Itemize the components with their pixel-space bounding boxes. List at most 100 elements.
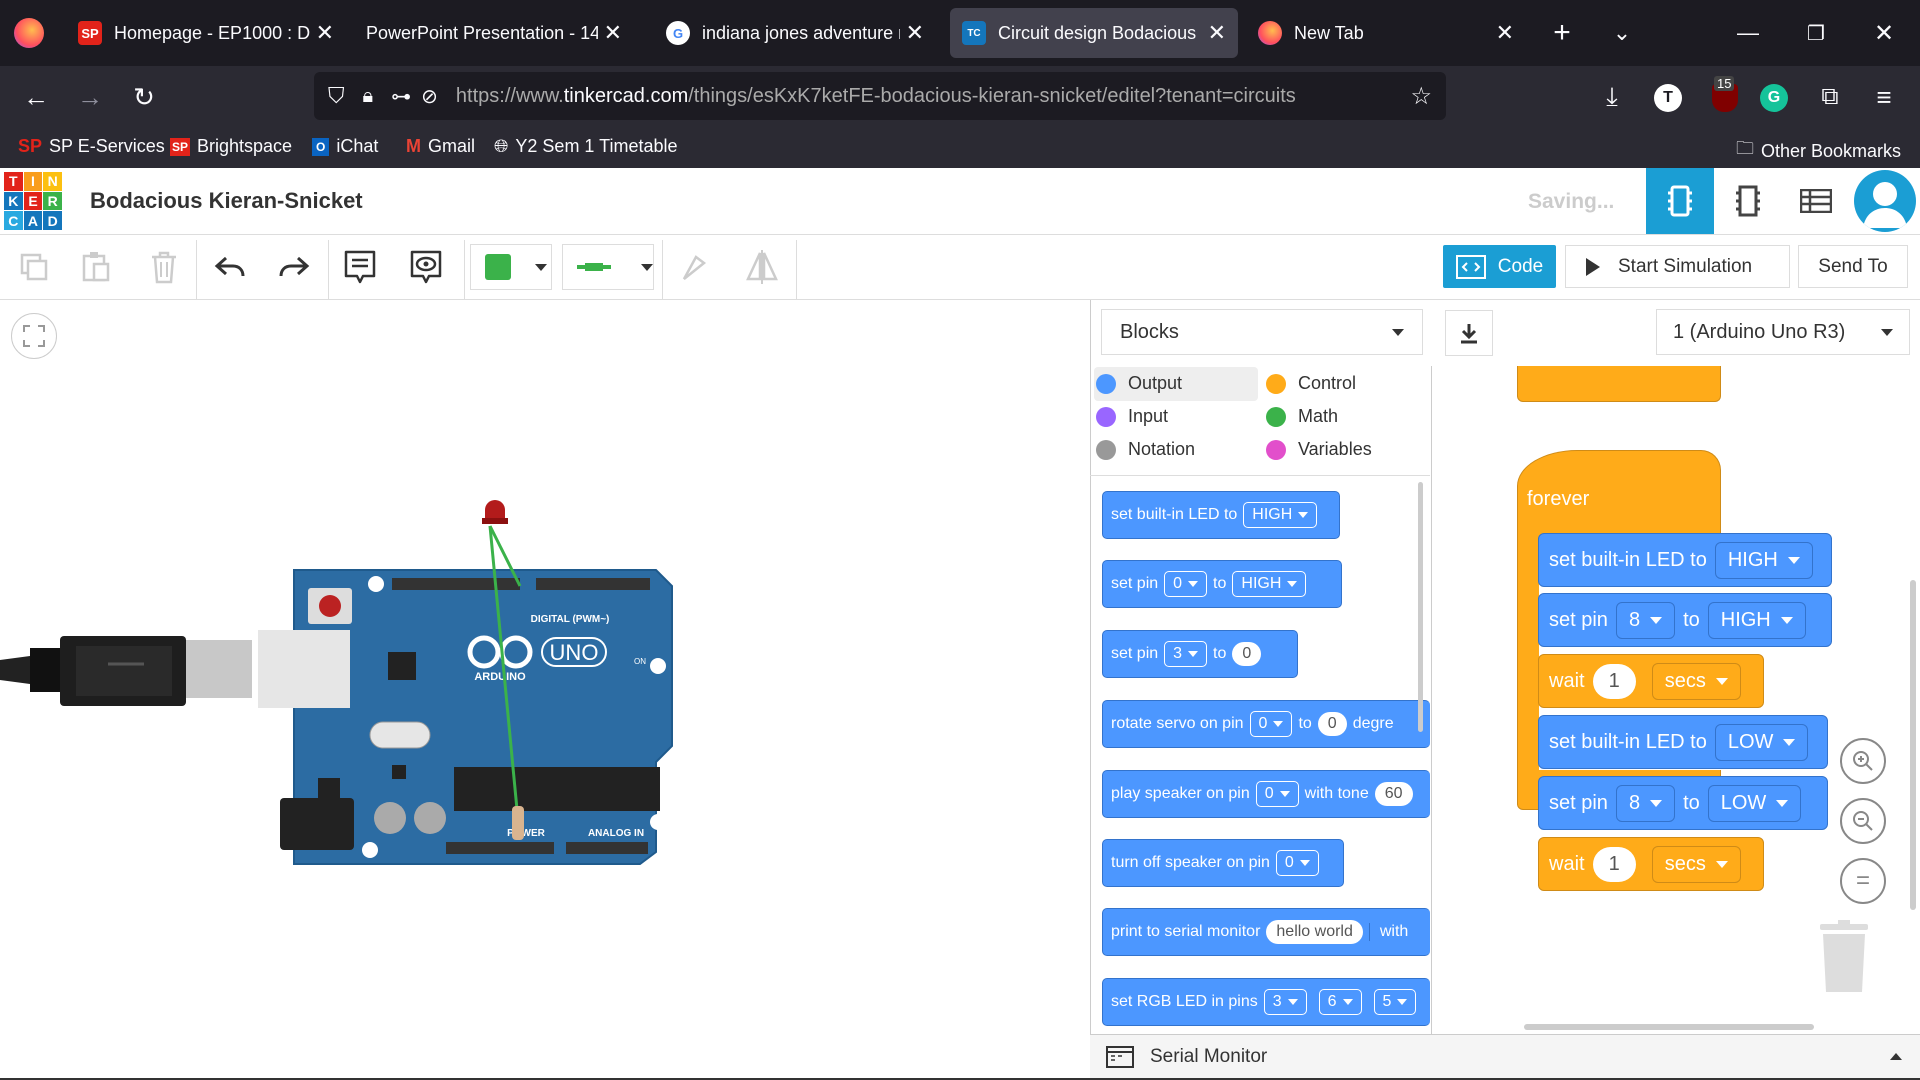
block-text-input[interactable]: hello world: [1266, 920, 1363, 944]
bookmark-star-icon[interactable]: ☆: [1410, 82, 1432, 111]
trash-can-icon[interactable]: [1818, 920, 1870, 994]
user-avatar[interactable]: [1854, 170, 1916, 232]
script-wait-1[interactable]: wait 1 secs: [1538, 654, 1764, 708]
block-dropdown[interactable]: LOW: [1707, 784, 1802, 822]
extensions-puzzle-icon[interactable]: ⧉: [1810, 77, 1850, 117]
close-tab-icon[interactable]: ✕: [906, 20, 924, 46]
wire-type-picker[interactable]: [562, 244, 654, 290]
lock-icon[interactable]: 🔒︎: [363, 85, 374, 108]
script-set-pin-low[interactable]: set pin 8 to LOW: [1538, 776, 1828, 830]
close-window-icon[interactable]: ✕: [1864, 13, 1904, 53]
shield-icon[interactable]: ⛉: [328, 83, 345, 109]
palette-block-turn-off-speaker[interactable]: turn off speaker on pin 0: [1102, 839, 1344, 887]
close-tab-icon[interactable]: ✕: [1208, 20, 1226, 46]
tab-powerpoint[interactable]: PowerPoint Presentation - 14_ ✕: [354, 8, 634, 58]
palette-block-set-rgb-led[interactable]: set RGB LED in pins 3 6 5: [1102, 978, 1430, 1026]
zoom-out-button[interactable]: [1840, 798, 1886, 844]
grammarly-icon[interactable]: G: [1760, 84, 1788, 112]
zoom-reset-button[interactable]: =: [1840, 858, 1886, 904]
tab-circuit-design[interactable]: TC Circuit design Bodacious K ✕: [950, 8, 1238, 58]
back-arrow-icon[interactable]: ←: [16, 77, 56, 117]
code-button[interactable]: Code: [1443, 245, 1556, 288]
tab-homepage[interactable]: SP Homepage - EP1000 : DIG ✕: [66, 8, 346, 58]
restore-icon[interactable]: ❐: [1796, 13, 1836, 53]
block-number-input[interactable]: 60: [1374, 782, 1413, 806]
category-variables[interactable]: Variables: [1266, 439, 1372, 460]
block-dropdown[interactable]: 8: [1615, 601, 1676, 639]
new-tab-icon[interactable]: +: [1542, 13, 1582, 53]
close-tab-icon[interactable]: ✕: [1496, 20, 1514, 46]
minimize-icon[interactable]: —: [1728, 13, 1768, 53]
close-tab-icon[interactable]: ✕: [316, 20, 334, 46]
block-dropdown[interactable]: 0: [1255, 781, 1299, 807]
script-wait-2[interactable]: wait 1 secs: [1538, 837, 1764, 891]
bookmark-ichat[interactable]: O iChat: [312, 136, 378, 157]
copy-button[interactable]: [12, 247, 56, 287]
block-dropdown[interactable]: 5: [1373, 989, 1417, 1015]
mode-select[interactable]: Blocks: [1101, 309, 1423, 355]
block-dropdown[interactable]: 3: [1164, 641, 1208, 667]
palette-block-rotate-servo[interactable]: rotate servo on pin 0 to 0 degre: [1102, 700, 1430, 748]
block-dropdown[interactable]: HIGH: [1707, 601, 1806, 639]
reload-icon[interactable]: ↻: [124, 77, 164, 117]
rotate-button[interactable]: [672, 247, 716, 287]
palette-block-set-builtin-led[interactable]: set built-in LED to HIGH: [1102, 491, 1340, 539]
serial-monitor-bar[interactable]: Serial Monitor: [1090, 1034, 1920, 1078]
bookmark-sp-eservices[interactable]: SP SP E-Services: [18, 136, 165, 157]
device-select[interactable]: 1 (Arduino Uno R3): [1656, 309, 1910, 355]
send-to-button[interactable]: Send To: [1798, 245, 1908, 288]
script-set-pin-high[interactable]: set pin 8 to HIGH: [1538, 593, 1832, 647]
block-dropdown[interactable]: 3: [1263, 989, 1307, 1015]
block-dropdown[interactable]: 0: [1275, 850, 1319, 876]
bookmark-gmail[interactable]: M Gmail: [406, 136, 475, 157]
redo-button[interactable]: [272, 247, 316, 287]
circuit-view-button[interactable]: [1646, 168, 1714, 234]
tracking-off-icon[interactable]: ⊘: [421, 84, 438, 109]
start-simulation-button[interactable]: Start Simulation: [1565, 245, 1790, 288]
list-tabs-chevron-icon[interactable]: ⌄: [1602, 13, 1642, 53]
forward-arrow-icon[interactable]: →: [70, 77, 110, 117]
script-set-builtin-led-high[interactable]: set built-in LED to HIGH: [1538, 533, 1832, 587]
script-horizontal-scrollbar[interactable]: [1524, 1024, 1814, 1030]
permissions-icon[interactable]: ⊶: [391, 84, 411, 109]
block-dropdown[interactable]: LOW: [1714, 723, 1809, 761]
palette-block-play-speaker[interactable]: play speaker on pin 0 with tone 60: [1102, 770, 1430, 818]
arduino-circuit[interactable]: UNO ARDUINO DIGITAL (PWM~) POWER ANALOG …: [0, 480, 700, 880]
schematic-view-button[interactable]: [1714, 168, 1782, 234]
other-bookmarks[interactable]: 🗀 Other Bookmarks: [1736, 136, 1901, 166]
block-dropdown[interactable]: HIGH: [1232, 571, 1307, 597]
bookmark-brightspace[interactable]: SP Brightspace: [170, 136, 292, 157]
resistor[interactable]: [512, 806, 524, 840]
block-number-input[interactable]: 0: [1317, 712, 1347, 736]
palette-block-set-pin-analog[interactable]: set pin 3 to 0: [1102, 630, 1298, 678]
tab-google-search[interactable]: G indiana jones adventure ri ✕: [654, 8, 936, 58]
block-dropdown[interactable]: 0: [1249, 711, 1293, 737]
delete-button[interactable]: [142, 247, 186, 287]
wire-color-picker[interactable]: [470, 244, 552, 290]
block-dropdown[interactable]: HIGH: [1243, 502, 1318, 528]
download-code-button[interactable]: [1445, 310, 1493, 356]
block-dropdown[interactable]: 6: [1318, 989, 1362, 1015]
setup-block-bottom[interactable]: [1517, 366, 1721, 402]
block-dropdown[interactable]: HIGH: [1714, 541, 1813, 579]
palette-scrollbar[interactable]: [1418, 482, 1423, 732]
download-icon[interactable]: ⤓: [1592, 77, 1632, 117]
block-dropdown[interactable]: 8: [1615, 784, 1676, 822]
project-title[interactable]: Bodacious Kieran-Snicket: [90, 188, 363, 214]
category-notation[interactable]: Notation: [1096, 439, 1195, 460]
menu-hamburger-icon[interactable]: ≡: [1864, 77, 1904, 117]
notes-button[interactable]: [338, 247, 382, 287]
fit-view-button[interactable]: [11, 313, 57, 359]
script-set-builtin-led-low[interactable]: set built-in LED to LOW: [1538, 715, 1828, 769]
block-number-input[interactable]: 0: [1232, 642, 1262, 666]
component-list-button[interactable]: [1782, 168, 1850, 234]
circuit-workspace[interactable]: UNO ARDUINO DIGITAL (PWM~) POWER ANALOG …: [0, 300, 1090, 1080]
category-math[interactable]: Math: [1266, 406, 1338, 427]
flip-button[interactable]: [740, 247, 784, 287]
script-area[interactable]: forever set built-in LED to HIGH set pin…: [1432, 366, 1920, 1034]
block-number-input[interactable]: 1: [1592, 663, 1636, 699]
notes-visibility-button[interactable]: [404, 247, 448, 287]
bookmark-timetable[interactable]: 🌐︎ Y2 Sem 1 Timetable: [494, 136, 678, 157]
palette-block-print-serial[interactable]: print to serial monitor hello world with: [1102, 908, 1430, 956]
block-dropdown[interactable]: 0: [1164, 571, 1208, 597]
